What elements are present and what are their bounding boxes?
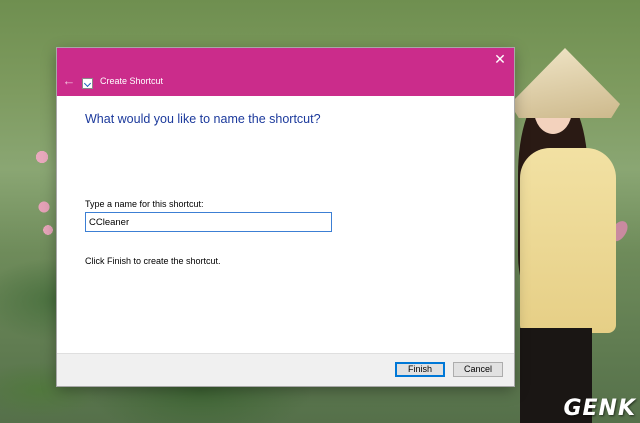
cancel-button[interactable]: Cancel (453, 362, 503, 377)
wallpaper-figure-top (520, 148, 616, 333)
dialog-title: Create Shortcut (100, 76, 164, 86)
dialog-content: What would you like to name the shortcut… (57, 96, 514, 354)
dialog-heading: What would you like to name the shortcut… (85, 112, 321, 126)
watermark-logo: GENK (563, 396, 636, 421)
back-arrow-icon[interactable]: ← (62, 74, 76, 88)
finish-hint: Click Finish to create the shortcut. (85, 256, 221, 266)
wallpaper-figure-hat (510, 48, 620, 118)
dialog-footer: Finish Cancel (57, 353, 514, 386)
finish-button[interactable]: Finish (395, 362, 445, 377)
create-shortcut-dialog: ← Create Shortcut ✕ What would you like … (57, 48, 514, 386)
dialog-titlebar: ← Create Shortcut ✕ (57, 48, 514, 96)
shortcut-name-input[interactable] (85, 212, 332, 232)
close-icon[interactable]: ✕ (486, 48, 514, 70)
shortcut-app-icon (82, 78, 93, 89)
shortcut-name-label: Type a name for this shortcut: (85, 199, 204, 209)
